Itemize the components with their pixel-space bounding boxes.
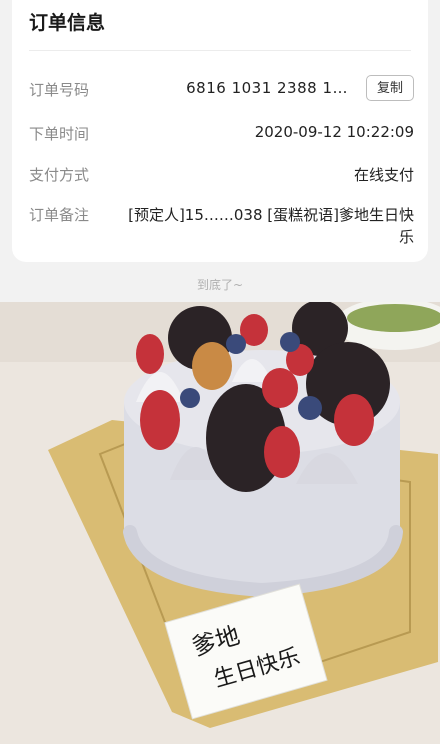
strawberry: [334, 394, 374, 446]
order-note-label: 订单备注: [29, 206, 90, 224]
cake-photo: 爹地 生日快乐: [0, 302, 440, 744]
strawberry: [140, 390, 180, 450]
payment-method-value: 在线支付: [353, 166, 414, 184]
order-number-value: 6816 1031 2388 1…: [186, 79, 348, 97]
blueberry: [226, 334, 246, 354]
blueberry: [298, 396, 322, 420]
blueberry: [180, 388, 200, 408]
divider: [29, 50, 411, 51]
blueberry: [280, 332, 300, 352]
strawberry: [262, 368, 298, 408]
order-info-card: 订单信息 订单号码 6816 1031 2388 1… 复制 下单时间 2020…: [12, 0, 428, 262]
order-note-value: [预定人]15……038 [蛋糕祝语]爹地生日快乐: [128, 206, 414, 246]
copy-button[interactable]: 复制: [366, 75, 414, 101]
strawberry: [192, 342, 232, 390]
payment-method-label: 支付方式: [29, 166, 90, 184]
card-title: 订单信息: [29, 12, 106, 34]
end-of-list-text: 到底了~: [196, 278, 244, 292]
order-number-label: 订单号码: [29, 81, 90, 99]
order-time-label: 下单时间: [29, 125, 90, 143]
strawberry: [264, 426, 300, 478]
order-time-value: 2020-09-12 10:22:09: [254, 123, 414, 141]
strawberry: [136, 334, 164, 374]
